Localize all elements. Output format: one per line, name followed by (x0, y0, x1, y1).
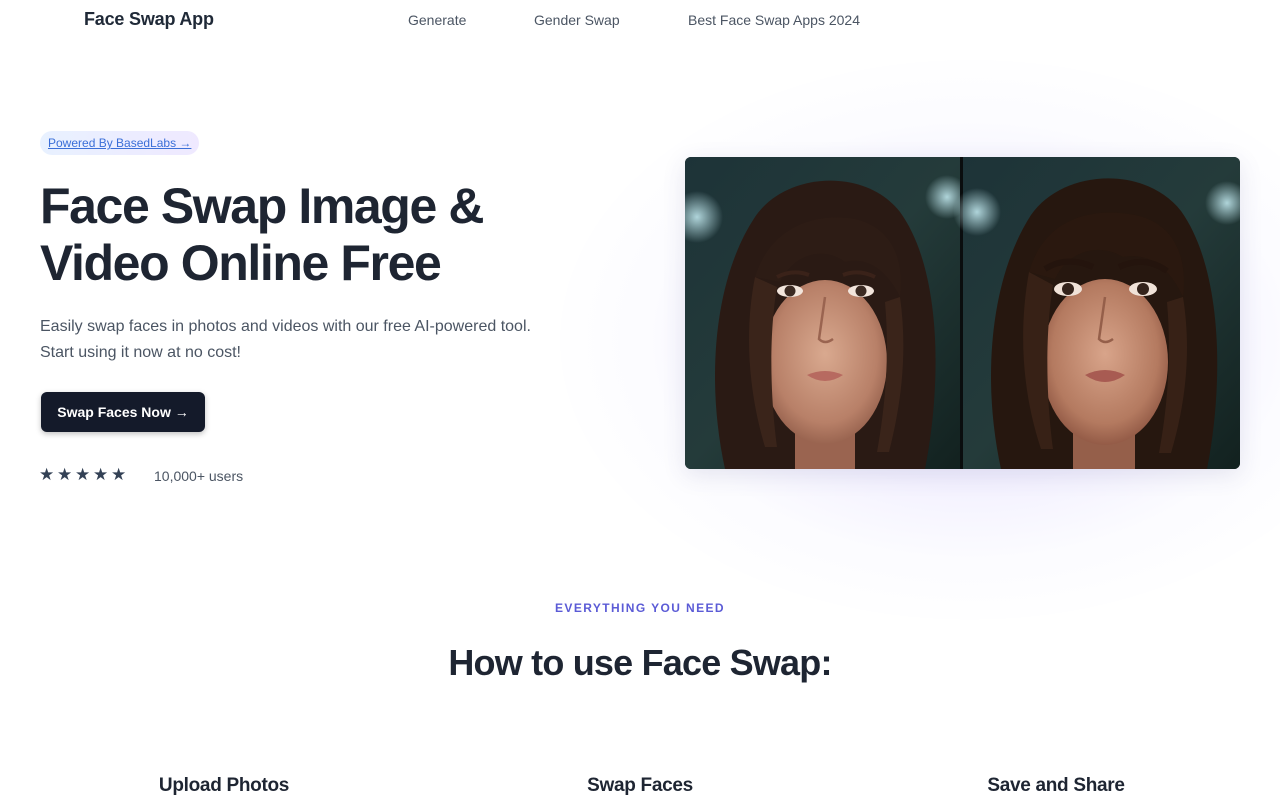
hero-title: Face Swap Image & Video Online Free (40, 178, 600, 292)
original-face-panel (685, 157, 969, 469)
landing-page: Face Swap App Generate Gender Swap Best … (0, 0, 1280, 800)
step-swap-faces-title: Swap Faces (587, 775, 693, 796)
star-icon: ★ (57, 465, 73, 485)
swap-faces-now-button[interactable]: Swap Faces Now → (41, 392, 205, 432)
star-icon: ★ (93, 465, 109, 485)
hero-title-line: Face Swap Image & (40, 178, 484, 234)
step-save-share-title: Save and Share (987, 775, 1125, 796)
star-icon: ★ (75, 465, 91, 485)
nav-link-generate[interactable]: Generate (408, 12, 466, 28)
star-rating: ★ ★ ★ ★ ★ (39, 465, 129, 485)
nav-link-best-apps[interactable]: Best Face Swap Apps 2024 (688, 12, 860, 28)
nav-link-gender-swap[interactable]: Gender Swap (534, 12, 620, 28)
star-icon: ★ (111, 465, 127, 485)
hero-subtitle-line: Start using it now at no cost! (40, 344, 241, 361)
hero-subtitle-line: Easily swap faces in photos and videos w… (40, 318, 531, 335)
hero-subtitle: Easily swap faces in photos and videos w… (40, 314, 600, 366)
hero-title-line: Video Online Free (40, 235, 442, 291)
star-icon: ★ (39, 465, 55, 485)
section-title: How to use Face Swap: (448, 642, 832, 683)
brand-logo[interactable]: Face Swap App (84, 9, 214, 30)
powered-by-badge[interactable]: Powered By BasedLabs → (40, 131, 200, 155)
step-upload-photos-title: Upload Photos (158, 775, 290, 796)
face-swap-comparison-image (685, 157, 1240, 469)
user-count: 10,000+ users (154, 468, 244, 484)
swapped-face-panel (953, 157, 1240, 469)
section-eyebrow: EVERYTHING YOU NEED (555, 601, 725, 615)
